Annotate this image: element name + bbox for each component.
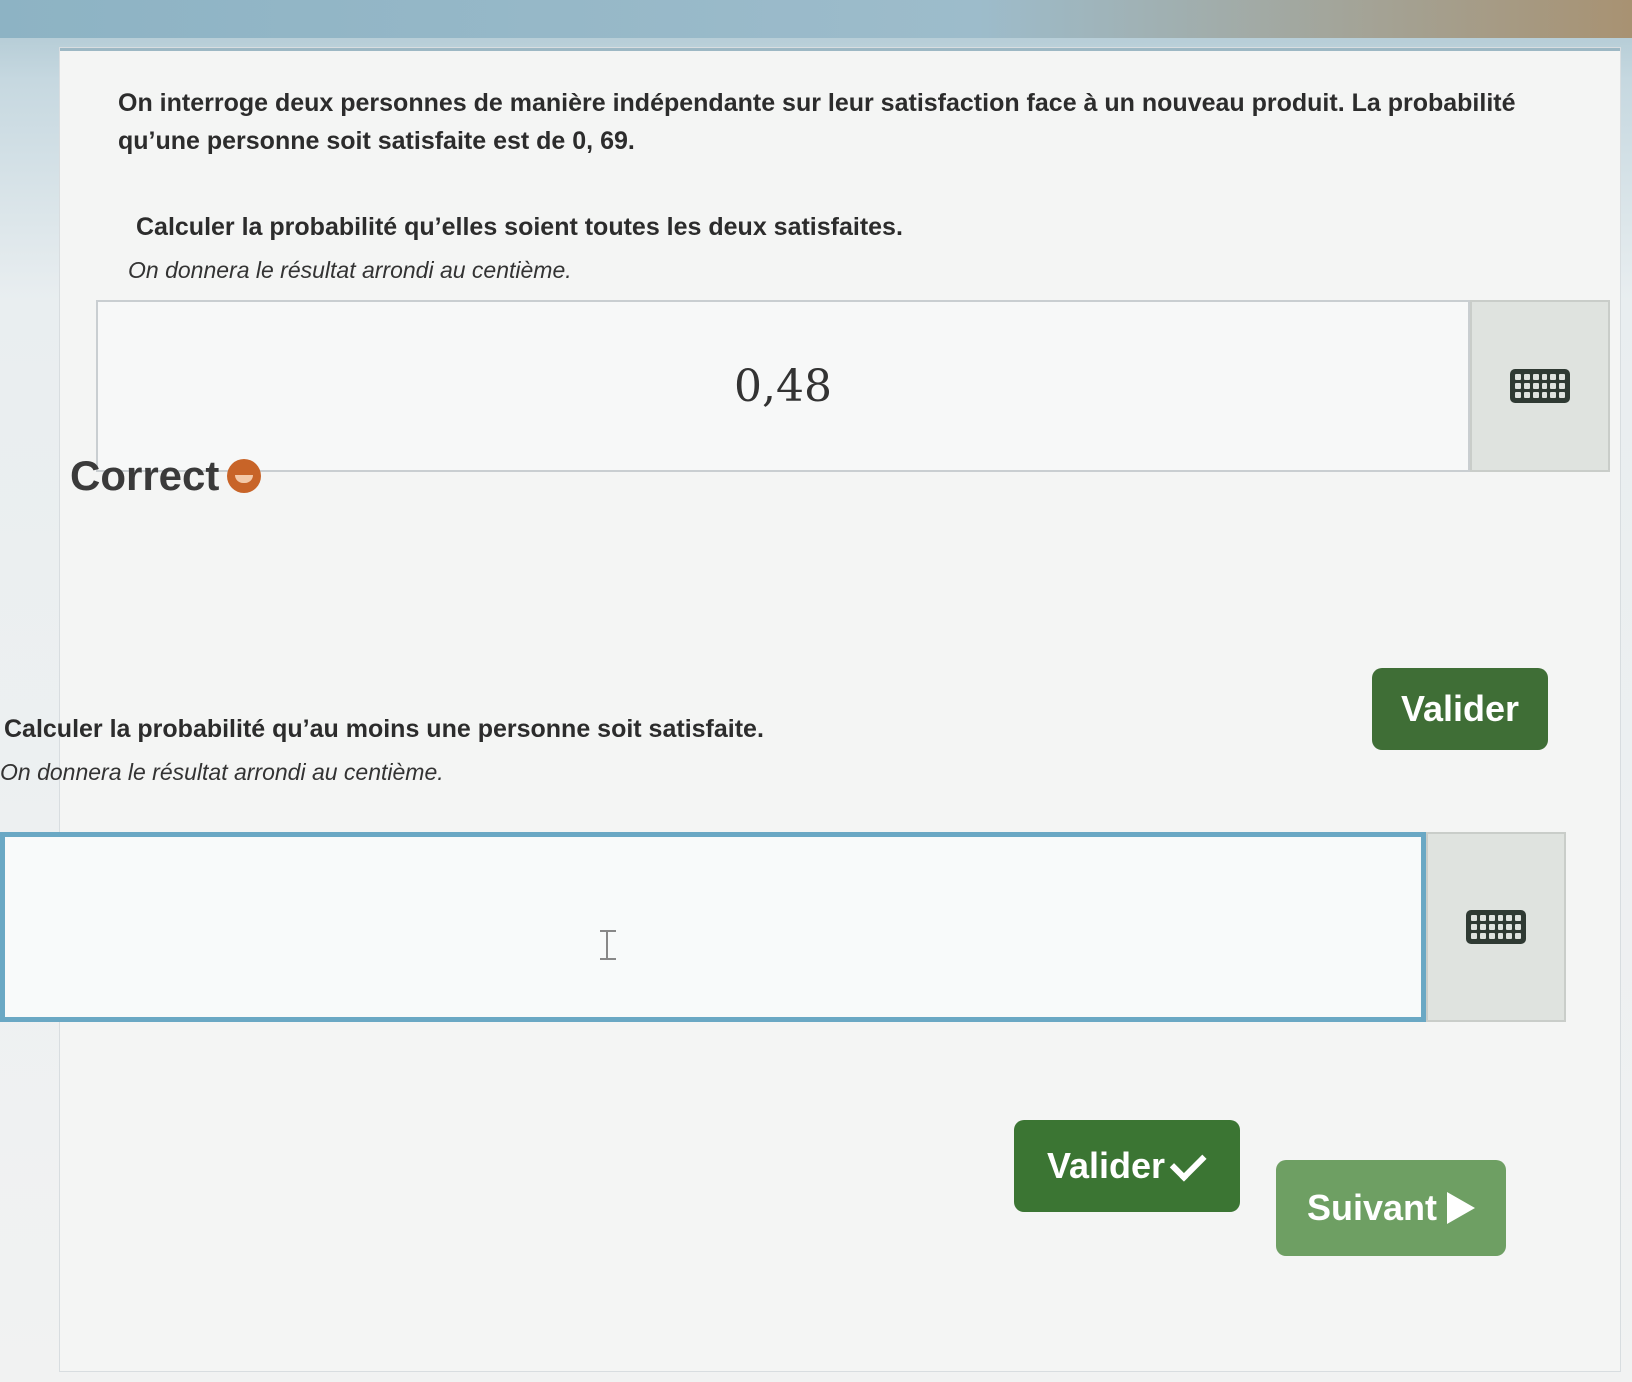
question2-hint: On donnera le résultat arrondi au centiè… [0,759,444,785]
question1-answer-field[interactable]: 0,48 [96,300,1470,472]
question1-keyboard-button[interactable] [1470,300,1610,472]
question1-answer-row: 0,48 [96,300,1610,472]
question1-hint: On donnera le résultat arrondi au centiè… [128,257,572,283]
validate-label: Valider [1400,688,1520,729]
next-button[interactable]: Suivant [1276,1160,1506,1256]
question1-validate-button[interactable]: Valider [1372,668,1548,750]
keyboard-icon [1510,369,1570,403]
question1-feedback: Correct [70,452,262,500]
question2-validate-button[interactable]: Valider [1014,1120,1240,1212]
top-bar [0,0,1632,38]
exercise-intro: On interroge deux personnes de manière i… [118,89,1516,155]
play-arrow-icon [1447,1192,1476,1224]
question2-keyboard-button[interactable] [1426,832,1566,1022]
keyboard-icon [1466,910,1526,944]
question2-answer-field[interactable] [0,832,1426,1022]
question2-prompt: Calculer la probabilité qu’au moins une … [4,715,764,743]
smiley-icon [227,459,262,493]
question1-prompt: Calculer la probabilité qu’elles soient … [136,213,903,241]
text-cursor-icon [600,930,624,960]
validate-label: Valider [1046,1145,1166,1186]
feedback-label: Correct [70,452,220,499]
next-label: Suivant [1306,1187,1438,1228]
check-icon [1169,1144,1207,1182]
question2-answer-row [0,832,1566,1022]
